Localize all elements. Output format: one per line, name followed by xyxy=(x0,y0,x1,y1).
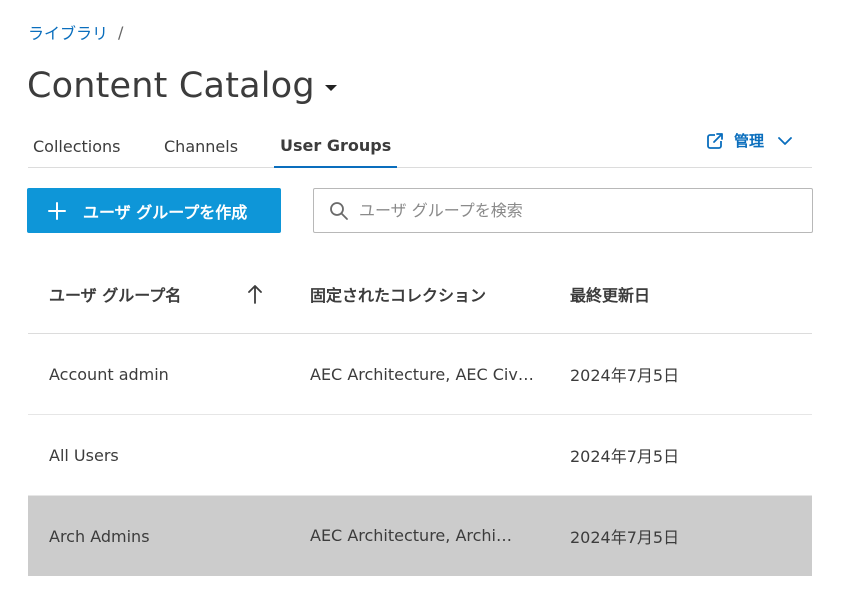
breadcrumb-separator: / xyxy=(118,22,124,42)
cell-pinned-collections: AEC Architecture, Archi… xyxy=(310,526,512,545)
caret-down-icon xyxy=(324,85,337,91)
search-input[interactable] xyxy=(359,201,779,220)
breadcrumb-library-link[interactable]: ライブラリ xyxy=(28,20,108,44)
column-header-last-updated[interactable]: 最終更新日 xyxy=(570,254,650,334)
user-groups-table: ユーザ グループ名 固定されたコレクション 最終更新日 Account admi… xyxy=(28,254,812,576)
cell-group-name: All Users xyxy=(49,445,119,465)
create-user-group-button[interactable]: ユーザ グループを作成 xyxy=(27,188,281,233)
table-row[interactable]: Account admin AEC Architecture, AEC Civ…… xyxy=(28,334,812,415)
plus-icon xyxy=(48,201,66,220)
page-title: Content Catalog xyxy=(27,66,315,106)
table-row[interactable]: All Users 2024年7月5日 xyxy=(28,415,812,496)
catalog-switcher[interactable]: Content Catalog xyxy=(27,66,337,106)
cell-last-updated: 2024年7月5日 xyxy=(570,528,680,547)
cell-group-name: Arch Admins xyxy=(49,526,150,546)
external-link-icon xyxy=(707,131,724,149)
breadcrumb: ライブラリ / xyxy=(28,20,123,44)
search-box xyxy=(313,188,813,233)
tab-channels[interactable]: Channels xyxy=(164,128,238,168)
tab-collections[interactable]: Collections xyxy=(33,128,120,168)
cell-pinned-collections xyxy=(310,415,535,495)
column-header-name[interactable]: ユーザ グループ名 xyxy=(49,254,181,334)
tab-bar: Collections Channels User Groups xyxy=(28,128,812,168)
cell-last-updated: 2024年7月5日 xyxy=(570,366,680,385)
chevron-down-icon xyxy=(778,136,792,145)
manage-label: 管理 xyxy=(734,132,765,150)
sort-ascending-icon[interactable] xyxy=(247,254,267,334)
table-header: ユーザ グループ名 固定されたコレクション 最終更新日 xyxy=(28,254,812,334)
column-header-pinned-collections[interactable]: 固定されたコレクション xyxy=(310,254,486,334)
create-button-label: ユーザ グループを作成 xyxy=(83,202,248,222)
search-icon xyxy=(330,201,348,220)
cell-last-updated: 2024年7月5日 xyxy=(570,447,680,466)
cell-pinned-collections: AEC Architecture, AEC Civ… xyxy=(310,365,534,384)
manage-menu-button[interactable]: 管理 xyxy=(706,130,792,151)
cell-group-name: Account admin xyxy=(49,364,169,384)
table-row-selected[interactable]: Arch Admins AEC Architecture, Archi… 202… xyxy=(28,496,812,576)
tab-user-groups[interactable]: User Groups xyxy=(274,128,398,168)
